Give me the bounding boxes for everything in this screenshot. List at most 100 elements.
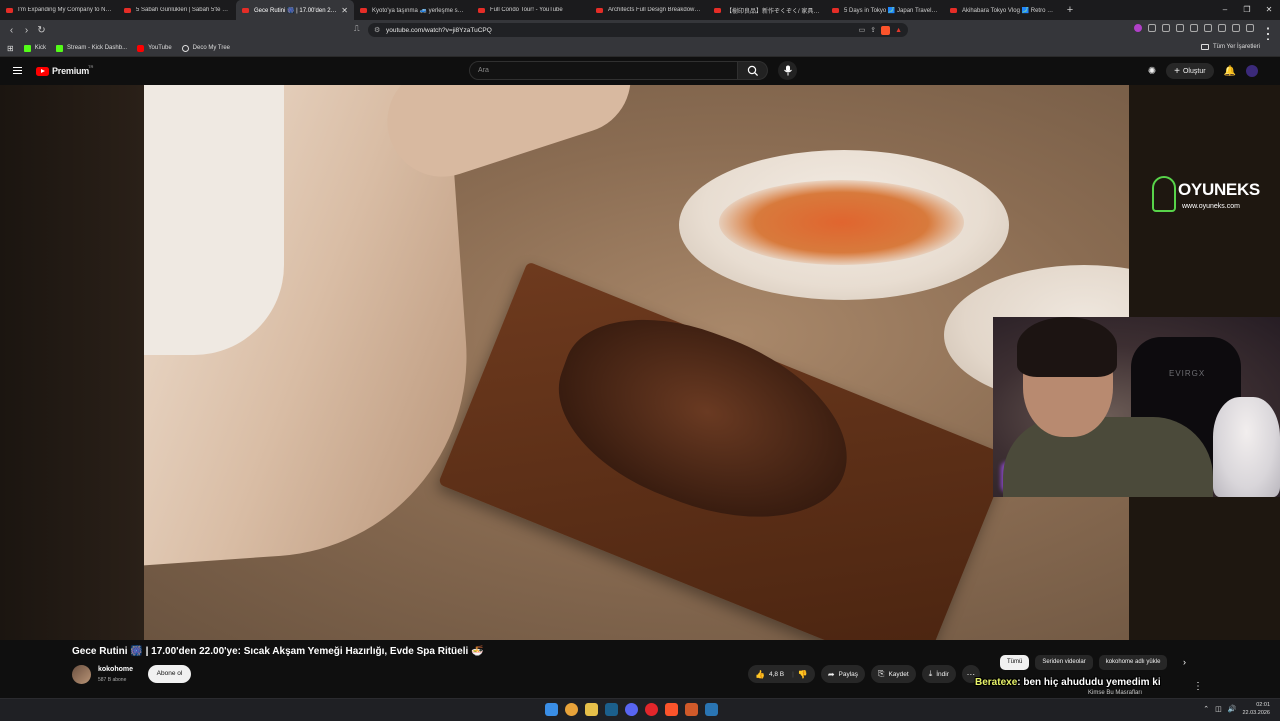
vpn-icon[interactable]	[1232, 24, 1240, 32]
menu-icon[interactable]: ⋮	[1260, 24, 1276, 43]
bookmark-label: Kick	[34, 45, 47, 51]
clock[interactable]: 02:01 22.03.2026	[1242, 701, 1270, 717]
browser-tab[interactable]: 5 Days in Tokyo 🗾 Japan Travel Vlog	[826, 0, 944, 20]
pasta-image	[719, 180, 964, 265]
plus-icon: +	[1174, 65, 1180, 77]
download-button[interactable]: ⤓ İndir	[921, 665, 956, 683]
folder-icon	[1200, 44, 1209, 50]
bookmark-kick[interactable]: Kick	[23, 44, 47, 52]
related-video-title[interactable]: Kimse Bu Masrafları	[1088, 690, 1142, 696]
youtube-play-logo-icon	[36, 66, 49, 76]
windows-start-icon[interactable]	[545, 703, 558, 716]
browser-tab[interactable]: Architects Full Design Breakdown of	[590, 0, 708, 20]
tray-chevron-icon[interactable]: ⌃	[1203, 705, 1209, 713]
tab-title: Full Condo Tour! - YouTube	[490, 7, 563, 13]
bookmark-label: YouTube	[148, 45, 172, 51]
bookmark-icon: ⎘	[878, 669, 885, 678]
share-icon[interactable]: ⇪	[870, 26, 876, 34]
browser-tab[interactable]: Kyoto'ya taşınma 🚙 yerleşme süreci	[354, 0, 472, 20]
discord-icon[interactable]	[625, 703, 638, 716]
notifications-bell-icon[interactable]: 🔔	[1224, 66, 1236, 77]
steelseries-icon[interactable]	[685, 703, 698, 716]
video-actions: 👍 4,8 B | 👎 ➦ Paylaş ⎘ Kaydet ⤓ İndir …	[748, 665, 980, 683]
file-explorer-icon[interactable]	[585, 703, 598, 716]
search-button[interactable]	[738, 61, 768, 80]
forward-icon[interactable]: ›	[19, 25, 34, 36]
extension-icon[interactable]	[1148, 24, 1156, 32]
wallet-icon[interactable]	[1218, 24, 1226, 32]
volume-icon[interactable]: 🔊	[1228, 705, 1237, 713]
browser-tab[interactable]: 【樹印良品】新作ぞくぞく/ 家具が良さ	[708, 0, 826, 20]
network-icon[interactable]: ◫	[1215, 705, 1222, 713]
bookmarks-bar: ⊞ Kick Stream - Kick Dashb... YouTube De…	[0, 40, 1280, 57]
logo-text: Premium	[52, 66, 90, 76]
tab-title: Gece Rutini 🎆 | 17.00'den 22.0	[254, 7, 338, 14]
site-info-icon[interactable]: ⚙	[374, 26, 386, 34]
bookmark-kick-dashboard[interactable]: Stream - Kick Dashb...	[56, 44, 127, 52]
minimize-button[interactable]: –	[1214, 0, 1236, 20]
chip-all[interactable]: Tümü	[1000, 655, 1030, 670]
related-filter-chips: Tümü Seriden videolar kokohome adlı yükl…	[1000, 655, 1168, 670]
related-video-menu-icon[interactable]: ⋮	[1193, 681, 1203, 692]
brave-icon[interactable]	[665, 703, 678, 716]
chip-series-videos[interactable]: Seriden videolar	[1035, 655, 1093, 670]
extension-icon[interactable]	[1176, 24, 1184, 32]
account-avatar[interactable]	[1246, 65, 1258, 77]
search-input[interactable]: Ara	[469, 61, 738, 80]
opera-icon[interactable]	[645, 703, 658, 716]
new-tab-button[interactable]: +	[1062, 4, 1078, 16]
bookmark-youtube[interactable]: YouTube	[137, 44, 172, 52]
extension-icon[interactable]	[1134, 24, 1142, 32]
browser-tab-active[interactable]: Gece Rutini 🎆 | 17.00'den 22.0 ✕	[236, 0, 354, 20]
browser-tab[interactable]: Full Condo Tour! - YouTube	[472, 0, 590, 20]
gemini-icon[interactable]: ✺	[1148, 66, 1156, 77]
share-button[interactable]: ➦ Paylaş	[820, 665, 866, 683]
chip-channel-uploads[interactable]: kokohome adlı yükle	[1098, 655, 1168, 670]
browser-tab[interactable]: 5 Sabah Günlükleri | Sabah 5'te uyan	[118, 0, 236, 20]
youtube-favicon-icon	[478, 7, 485, 13]
save-button[interactable]: ⎘ Kaydet	[871, 665, 916, 683]
sleeve-image	[144, 85, 284, 355]
brave-rewards-icon[interactable]: ▲	[895, 27, 902, 34]
sidebar-icon[interactable]	[1204, 24, 1212, 32]
create-button[interactable]: + Oluştur	[1166, 63, 1214, 79]
close-tab-icon[interactable]: ✕	[341, 6, 348, 15]
all-bookmarks[interactable]: Tüm Yer İşaretleri	[1200, 44, 1260, 50]
close-window-button[interactable]: ✕	[1258, 0, 1280, 20]
steam-icon-2[interactable]	[705, 703, 718, 716]
youtube-favicon-icon	[360, 7, 367, 13]
bookmark-deco-my-tree[interactable]: Deco My Tree	[181, 44, 231, 52]
steam-icon[interactable]	[605, 703, 618, 716]
voice-search-button[interactable]	[778, 61, 797, 80]
like-button[interactable]: 👍 4,8 B | 👎	[748, 665, 815, 683]
youtube-favicon-icon	[596, 7, 603, 13]
bookmark-page-icon[interactable]: ⎍	[354, 24, 360, 34]
bookmark-label: Deco My Tree	[192, 45, 231, 51]
back-icon[interactable]: ‹	[4, 25, 19, 36]
leo-icon[interactable]	[1246, 24, 1254, 32]
apps-grid-icon[interactable]: ⊞	[7, 44, 14, 53]
download-icon: ⤓	[928, 669, 933, 678]
chair-brand-text: EVIRGX	[1169, 369, 1206, 378]
reload-icon[interactable]: ↻	[34, 25, 49, 36]
channel-name[interactable]: kokohome	[98, 666, 133, 673]
taskbar-apps	[545, 703, 718, 716]
maximize-button[interactable]: ❐	[1236, 0, 1258, 20]
subscribe-button[interactable]: Abone ol	[148, 665, 191, 683]
thumbs-down-icon[interactable]: 👎	[798, 670, 808, 679]
browser-tab[interactable]: I'm Expanding My Company to New	[0, 0, 118, 20]
channel-avatar[interactable]	[72, 665, 91, 684]
chrome-icon[interactable]	[565, 703, 578, 716]
hamburger-menu-icon[interactable]	[13, 67, 22, 74]
brave-shields-icon[interactable]	[881, 25, 891, 35]
oyuneks-logo-icon	[1152, 176, 1176, 212]
media-icon[interactable]	[1190, 24, 1198, 32]
youtube-logo[interactable]: Premium TR	[36, 64, 93, 76]
region-code: TR	[88, 64, 94, 69]
install-icon[interactable]: ▭	[859, 26, 866, 34]
chips-next-icon[interactable]: ›	[1183, 657, 1186, 667]
url-bar[interactable]: ⚙ youtube.com/watch?v=ji8YzaTuCPQ ▭ ⇪ ▲	[368, 23, 908, 37]
browser-tab[interactable]: Akihabara Tokyo Vlog 🗾 Retro Game	[944, 0, 1062, 20]
extension-icon[interactable]	[1162, 24, 1170, 32]
youtube-header: Premium TR Ara ✺ + Oluştur 🔔	[0, 57, 1280, 85]
